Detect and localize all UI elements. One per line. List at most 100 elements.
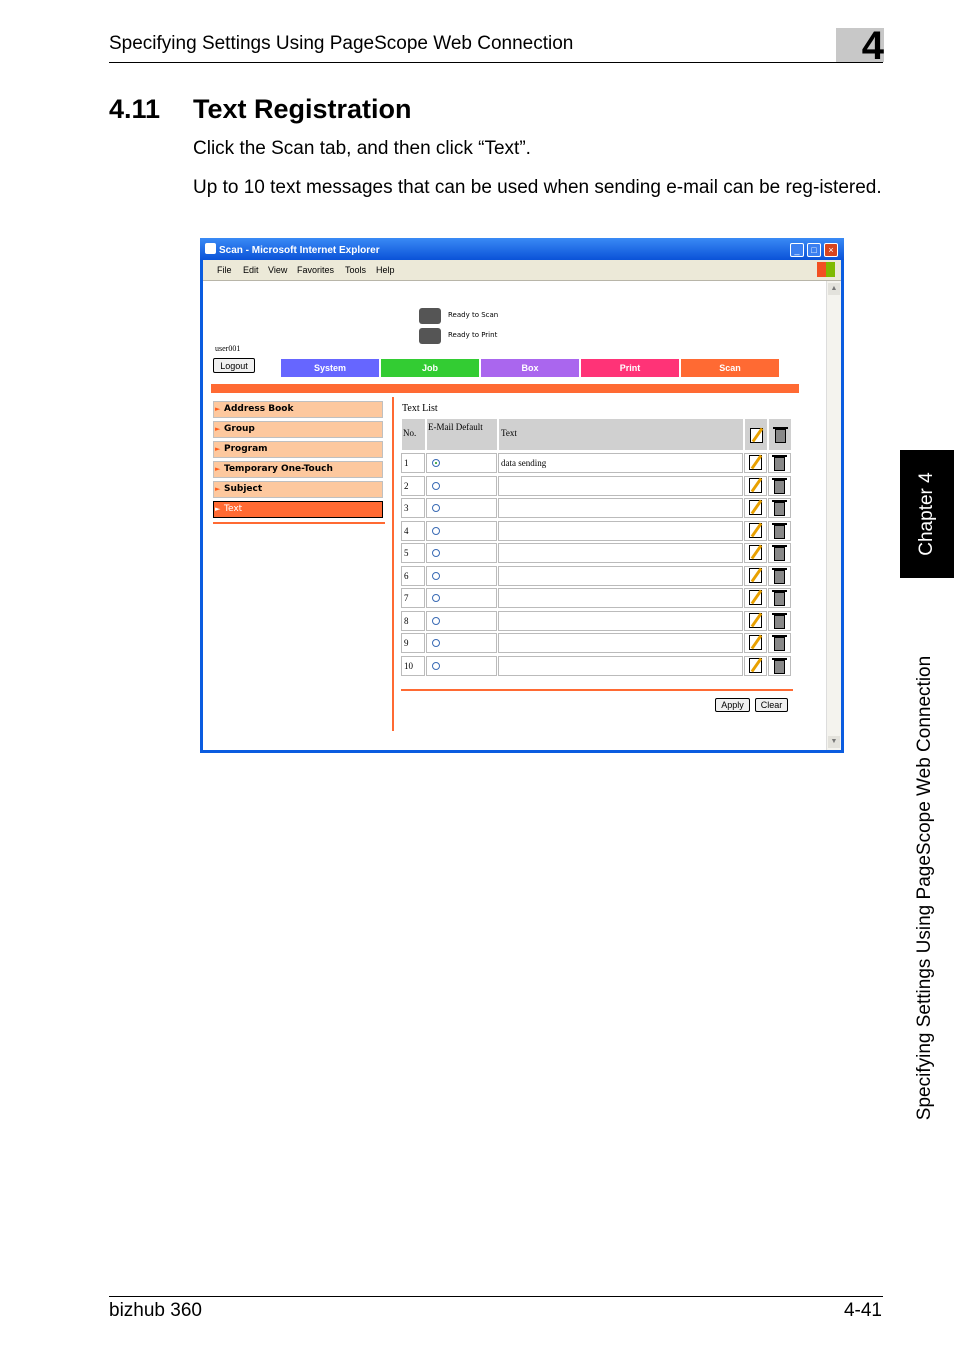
sidebar-item-group[interactable]: Group bbox=[213, 421, 383, 438]
sidebar-item-text[interactable]: Text bbox=[213, 501, 383, 518]
browser-window-screenshot: Scan - Microsoft Internet Explorer _ □ ×… bbox=[200, 238, 844, 753]
trash-icon[interactable] bbox=[772, 612, 787, 629]
trash-icon[interactable] bbox=[772, 545, 787, 561]
user-name: user001 bbox=[215, 344, 241, 353]
menu-edit[interactable]: Edit bbox=[243, 265, 259, 275]
tab-scan[interactable]: Scan bbox=[681, 359, 779, 377]
row-number: 2 bbox=[401, 475, 425, 496]
apply-button[interactable]: Apply bbox=[715, 698, 750, 712]
sidebar-item-program[interactable]: Program bbox=[213, 441, 383, 458]
default-radio[interactable] bbox=[432, 481, 440, 490]
default-radio[interactable] bbox=[432, 639, 440, 647]
edit-icon[interactable] bbox=[749, 567, 762, 583]
row-default-cell bbox=[426, 610, 497, 631]
clear-button[interactable]: Clear bbox=[755, 698, 788, 712]
default-radio[interactable] bbox=[432, 661, 440, 670]
footer-rule bbox=[109, 1296, 883, 1297]
row-number: 6 bbox=[401, 565, 425, 586]
tab-print[interactable]: Print bbox=[581, 359, 679, 377]
row-edit-cell bbox=[744, 498, 767, 518]
edit-icon[interactable] bbox=[749, 477, 762, 493]
default-radio[interactable] bbox=[432, 549, 440, 557]
row-default-cell bbox=[426, 588, 497, 608]
trash-icon[interactable] bbox=[772, 477, 787, 494]
printer-icon bbox=[419, 328, 441, 344]
row-edit-cell bbox=[744, 475, 767, 496]
vertical-scrollbar[interactable]: ▲ ▼ bbox=[826, 281, 841, 750]
default-radio[interactable] bbox=[432, 571, 440, 580]
default-radio[interactable] bbox=[432, 459, 440, 467]
row-edit-cell bbox=[744, 453, 767, 473]
edit-icon[interactable] bbox=[749, 500, 762, 515]
default-radio[interactable] bbox=[432, 526, 440, 535]
tab-system[interactable]: System bbox=[281, 359, 379, 377]
row-default-cell bbox=[426, 453, 497, 473]
row-text: data sending bbox=[498, 453, 743, 473]
row-default-cell bbox=[426, 498, 497, 518]
menu-view[interactable]: View bbox=[268, 265, 287, 275]
logout-button[interactable]: Logout bbox=[213, 358, 255, 373]
tab-box[interactable]: Box bbox=[481, 359, 579, 377]
close-icon[interactable]: × bbox=[824, 243, 838, 257]
edit-icon[interactable] bbox=[749, 635, 762, 650]
trash-icon[interactable] bbox=[772, 657, 787, 674]
windows-logo-icon bbox=[817, 262, 835, 277]
column-header-email-default: E-Mail Default bbox=[426, 418, 498, 451]
sidebar-item-subject[interactable]: Subject bbox=[213, 481, 383, 498]
trash-icon bbox=[773, 427, 788, 443]
edit-icon[interactable] bbox=[749, 612, 762, 628]
trash-icon[interactable] bbox=[772, 500, 787, 516]
default-radio[interactable] bbox=[432, 504, 440, 512]
row-delete-cell bbox=[768, 520, 791, 541]
row-delete-cell bbox=[768, 655, 791, 676]
sidebar-item-temporary-one-touch[interactable]: Temporary One-Touch bbox=[213, 461, 383, 478]
maximize-icon[interactable]: □ bbox=[807, 243, 821, 257]
row-text bbox=[498, 565, 743, 586]
row-edit-cell bbox=[744, 520, 767, 541]
scroll-up-icon[interactable]: ▲ bbox=[828, 283, 840, 295]
trash-icon[interactable] bbox=[772, 635, 787, 651]
row-default-cell bbox=[426, 520, 497, 541]
edit-icon[interactable] bbox=[749, 657, 762, 673]
row-text bbox=[498, 610, 743, 631]
table-bottom-rule bbox=[401, 689, 793, 691]
trash-icon[interactable] bbox=[772, 590, 787, 606]
trash-icon[interactable] bbox=[772, 455, 787, 471]
chapter-side-tab-label: Chapter 4 bbox=[916, 472, 937, 556]
row-text bbox=[498, 655, 743, 676]
column-header-delete bbox=[768, 418, 792, 451]
edit-icon[interactable] bbox=[749, 522, 762, 538]
menu-file[interactable]: File bbox=[217, 265, 232, 275]
running-header-title: Specifying Settings Using PageScope Web … bbox=[109, 33, 574, 54]
menu-tools[interactable]: Tools bbox=[345, 265, 366, 275]
row-number: 1 bbox=[401, 453, 425, 473]
tab-job[interactable]: Job bbox=[381, 359, 479, 377]
scroll-down-icon[interactable]: ▼ bbox=[828, 736, 840, 748]
ie-icon bbox=[205, 243, 216, 254]
row-number: 10 bbox=[401, 655, 425, 676]
row-default-cell bbox=[426, 633, 497, 653]
scan-status: Ready to Scan bbox=[448, 311, 499, 319]
menu-bar: File Edit View Favorites Tools Help bbox=[203, 260, 841, 281]
edit-icon[interactable] bbox=[749, 590, 762, 605]
description-paragraph: Up to 10 text messages that can be used … bbox=[193, 177, 882, 198]
row-edit-cell bbox=[744, 610, 767, 631]
edit-icon bbox=[750, 428, 763, 443]
edit-icon[interactable] bbox=[749, 545, 762, 560]
row-text bbox=[498, 588, 743, 608]
minimize-icon[interactable]: _ bbox=[790, 243, 804, 257]
column-header-no: No. bbox=[401, 418, 426, 451]
default-radio[interactable] bbox=[432, 616, 440, 625]
row-default-cell bbox=[426, 543, 497, 563]
content-divider bbox=[392, 397, 394, 731]
sidebar-item-address-book[interactable]: Address Book bbox=[213, 401, 383, 418]
menu-favorites[interactable]: Favorites bbox=[297, 265, 334, 275]
row-edit-cell bbox=[744, 543, 767, 563]
menu-help[interactable]: Help bbox=[376, 265, 395, 275]
trash-icon[interactable] bbox=[772, 522, 787, 539]
default-radio[interactable] bbox=[432, 594, 440, 602]
row-edit-cell bbox=[744, 655, 767, 676]
scanner-icon bbox=[419, 308, 441, 324]
trash-icon[interactable] bbox=[772, 567, 787, 584]
edit-icon[interactable] bbox=[749, 455, 762, 470]
